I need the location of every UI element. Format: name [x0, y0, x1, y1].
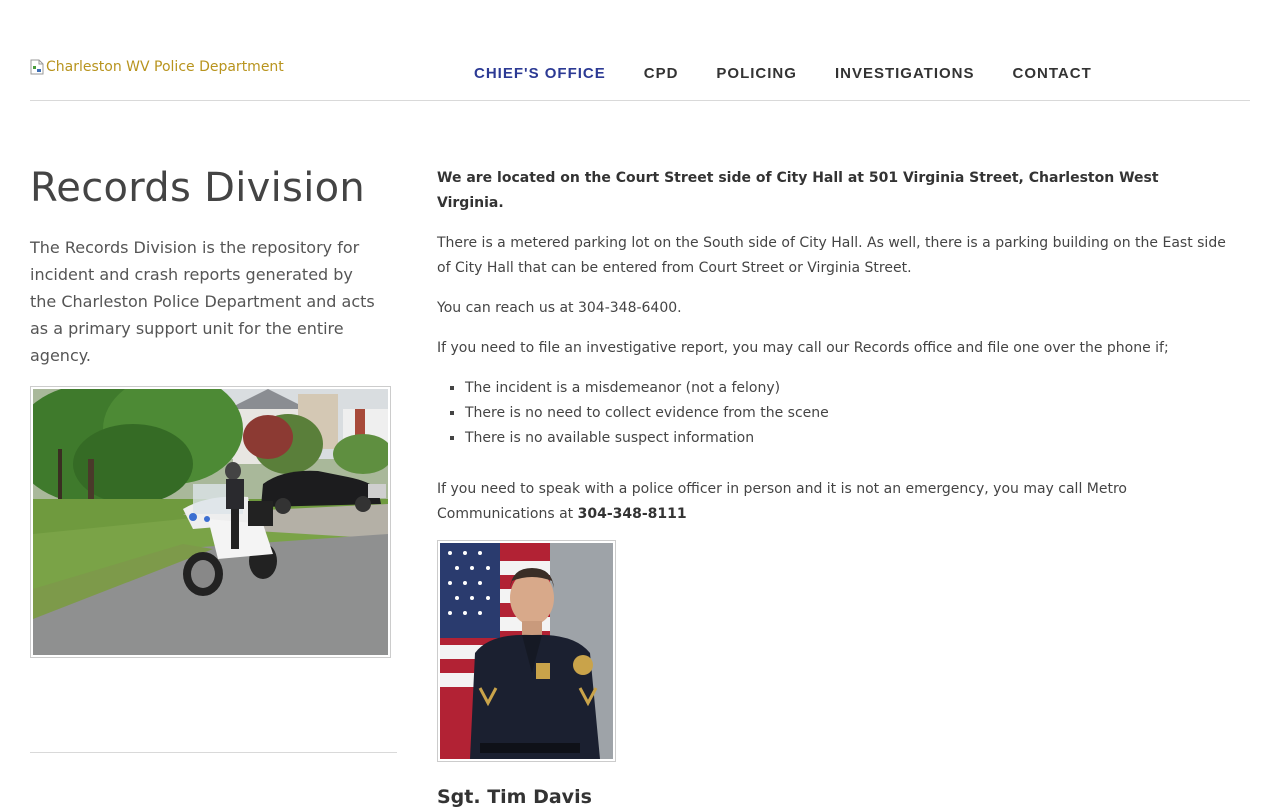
officer-name: Sgt. Tim Davis	[437, 786, 592, 808]
main-content: We are located on the Court Street side …	[437, 166, 1227, 542]
officer-portrait	[437, 540, 616, 762]
metro-phone: 304-348-8111	[577, 506, 687, 522]
reach-text: You can reach us at 304-348-6400.	[437, 300, 682, 316]
list-item: The incident is a misdemeanor (not a fel…	[465, 376, 1227, 401]
nav-chiefs-office[interactable]: CHIEF'S OFFICE	[474, 65, 606, 82]
nav-policing[interactable]: POLICING	[716, 65, 797, 82]
list-item: There is no need to collect evidence fro…	[465, 401, 1227, 426]
nav-contact[interactable]: CONTACT	[1013, 65, 1092, 82]
left-divider	[30, 752, 397, 753]
main-nav: CHIEF'S OFFICE CPD POLICING INVESTIGATIO…	[474, 65, 1130, 82]
location-text: We are located on the Court Street side …	[437, 170, 1159, 211]
broken-image-icon	[30, 59, 44, 75]
nav-cpd[interactable]: CPD	[644, 65, 679, 82]
motorcycle-officer-photo	[30, 386, 391, 658]
intro-text: The Records Division is the repository f…	[30, 238, 375, 365]
speak-officer-text: If you need to speak with a police offic…	[437, 477, 1227, 527]
logo-link[interactable]: Charleston WV Police Department	[30, 59, 284, 75]
site-header: Charleston WV Police Department CHIEF'S …	[30, 0, 1250, 101]
list-item: There is no available suspect informatio…	[465, 426, 1227, 451]
left-column: Records Division The Records Division is…	[30, 160, 397, 369]
page-title: Records Division	[30, 165, 366, 211]
speak-officer-label: If you need to speak with a police offic…	[437, 481, 1127, 522]
logo-alt-text: Charleston WV Police Department	[46, 59, 284, 75]
conditions-list: The incident is a misdemeanor (not a fel…	[437, 376, 1227, 451]
parking-text: There is a metered parking lot on the So…	[437, 235, 1226, 276]
file-report-text: If you need to file an investigative rep…	[437, 340, 1169, 356]
nav-investigations[interactable]: INVESTIGATIONS	[835, 65, 975, 82]
